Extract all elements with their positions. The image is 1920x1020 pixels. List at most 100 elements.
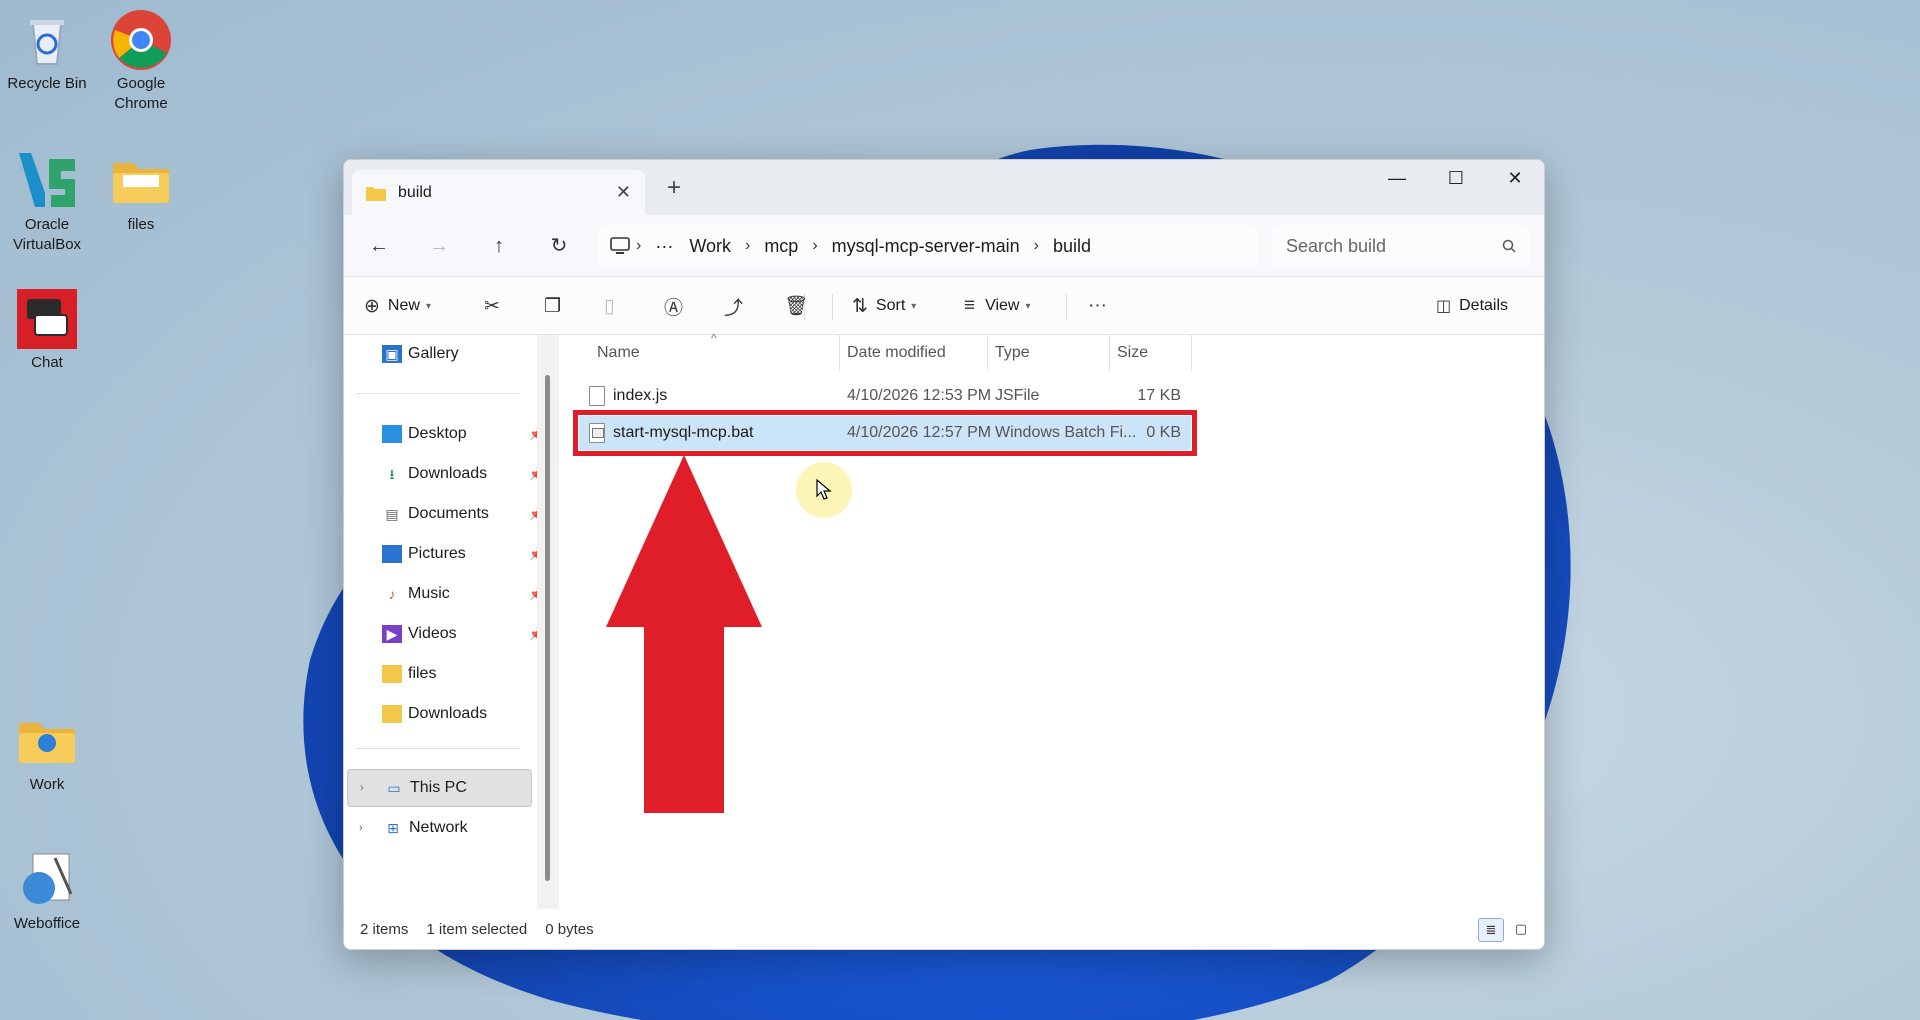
sidebar-item-label: files — [408, 665, 437, 682]
file-list: ^ Name Date modified Type Size index.js … — [559, 331, 1544, 909]
details-pane-button[interactable]: ◫ Details — [1436, 277, 1508, 335]
breadcrumb-overflow[interactable]: ··· — [655, 236, 673, 257]
separator — [832, 294, 833, 320]
file-size: 17 KB — [1137, 387, 1181, 404]
column-header-name[interactable]: Name — [597, 335, 640, 371]
sidebar-item-label: Pictures — [408, 545, 466, 562]
forward-button[interactable]: → — [424, 231, 454, 261]
computer-icon — [610, 237, 630, 254]
tab-build[interactable]: build ✕ — [352, 170, 645, 215]
more-icon: ··· — [1088, 295, 1107, 316]
sidebar-item-this-pc[interactable]: › ▭ This PC — [347, 769, 532, 807]
desktop-icon-label: Work — [29, 776, 65, 793]
new-label: New — [387, 297, 420, 314]
sidebar-item-desktop[interactable]: Desktop 📌 — [382, 415, 556, 453]
back-button[interactable]: ← — [364, 231, 394, 261]
sidebar-item-label: Desktop — [408, 425, 467, 442]
desktop-icon-chrome[interactable]: Google Chrome — [93, 8, 189, 114]
column-header-size[interactable]: Size — [1117, 335, 1148, 371]
details-view-toggle[interactable]: ≣ — [1478, 918, 1504, 942]
sidebar-item-downloads-folder[interactable]: Downloads — [382, 695, 556, 733]
chevron-right-icon: › — [1033, 237, 1039, 254]
file-explorer-window: build ✕ + — ☐ ✕ ← → ↑ ↻ › ··· Work › mcp… — [343, 159, 1545, 950]
navigation-pane: ▣ Gallery Desktop 📌 ⭳ Downloads 📌 ▤ Docu… — [344, 335, 544, 909]
tab-title: build — [398, 183, 432, 201]
file-size: 0 KB — [1146, 424, 1181, 441]
view-button[interactable]: ≡ View ▾ — [964, 277, 1031, 335]
delete-button[interactable]: 🗑 — [784, 277, 808, 335]
rename-button[interactable]: Ⓐ — [664, 277, 683, 335]
breadcrumb-mcp[interactable]: mcp — [764, 236, 798, 257]
maximize-button[interactable]: ☐ — [1427, 168, 1485, 198]
tiles-view-toggle[interactable]: ▢ — [1508, 918, 1534, 942]
more-options-button[interactable]: ··· — [1088, 277, 1107, 335]
desktop-icon-virtualbox[interactable]: Oracle VirtualBox — [0, 149, 95, 255]
desktop-icon-chat[interactable]: Chat — [0, 287, 95, 373]
details-pane-icon: ◫ — [1436, 298, 1452, 315]
breadcrumb-build[interactable]: build — [1053, 236, 1091, 257]
search-input[interactable]: Search build — [1272, 225, 1530, 267]
desktop-icon-label: Recycle Bin — [7, 75, 87, 92]
refresh-button[interactable]: ↻ — [544, 231, 574, 261]
desktop-icon-files[interactable]: files — [93, 149, 189, 235]
desktop-icon-work[interactable]: Work — [0, 709, 95, 795]
column-divider[interactable] — [1109, 335, 1110, 371]
desktop-icon-recycle-bin[interactable]: Recycle Bin — [0, 8, 95, 94]
close-window-button[interactable]: ✕ — [1486, 168, 1544, 198]
video-icon: ▶ — [382, 625, 402, 643]
chevron-right-icon[interactable]: › — [359, 822, 363, 834]
title-bar: build ✕ + — ☐ ✕ — [344, 160, 1544, 215]
network-icon: ⊞ — [387, 820, 399, 836]
column-divider[interactable] — [839, 335, 840, 371]
desktop-icon-weboffice[interactable]: Weboffice — [0, 848, 95, 934]
sort-button[interactable]: ⇅ Sort ▾ — [852, 277, 916, 335]
chevron-right-icon[interactable]: › — [360, 782, 364, 794]
breadcrumb-mysql-mcp-server-main[interactable]: mysql-mcp-server-main — [832, 236, 1020, 257]
red-arrow-annotation — [606, 455, 762, 813]
share-button[interactable]: ⤴ — [724, 277, 743, 335]
js-file-icon — [589, 386, 605, 406]
sidebar-item-label: Downloads — [408, 465, 488, 482]
virtualbox-icon — [15, 149, 79, 213]
sidebar-item-downloads[interactable]: ⭳ Downloads 📌 — [382, 455, 556, 493]
sidebar-item-pictures[interactable]: Pictures 📌 — [382, 535, 556, 573]
minimize-button[interactable]: — — [1368, 168, 1426, 198]
sidebar-item-label: Videos — [408, 625, 457, 642]
desktop-icon-label: Weboffice — [13, 915, 81, 932]
breadcrumb-work[interactable]: Work — [689, 236, 731, 257]
file-row-start-mysql-mcp-bat[interactable]: start-mysql-mcp.bat 4/10/2026 12:57 PM W… — [573, 410, 1197, 456]
column-divider[interactable] — [987, 335, 988, 371]
sidebar-item-documents[interactable]: ▤ Documents 📌 — [382, 495, 556, 533]
chevron-right-icon: › — [744, 237, 751, 254]
column-divider[interactable] — [1191, 335, 1192, 371]
copy-button[interactable]: ❐ — [544, 277, 561, 335]
sidebar-item-gallery[interactable]: ▣ Gallery — [382, 335, 556, 373]
chat-icon — [15, 287, 79, 351]
folder-icon — [109, 149, 173, 213]
file-row-index-js[interactable]: index.js 4/10/2026 12:53 PM JSFile 17 KB — [579, 379, 1191, 413]
sidebar-item-files[interactable]: files — [382, 655, 556, 693]
address-bar[interactable]: › ··· Work › mcp › mysql-mcp-server-main… — [598, 225, 1258, 267]
close-tab-icon[interactable]: ✕ — [616, 182, 631, 203]
sidebar-scrollbar[interactable] — [537, 335, 559, 909]
command-bar: ⊕ New ▾ ✂ ❐ ▯ Ⓐ ⤴ 🗑 ⇅ Sort ▾ ≡ View ▾ ··… — [344, 277, 1544, 335]
folder-icon — [15, 709, 79, 773]
sidebar-item-music[interactable]: ♪ Music 📌 — [382, 575, 556, 613]
new-button[interactable]: ⊕ New ▾ — [364, 277, 431, 335]
sort-ascending-icon: ^ — [711, 331, 717, 345]
sort-arrows-icon: ⇅ — [852, 295, 868, 317]
sidebar-item-videos[interactable]: ▶ Videos 📌 — [382, 615, 556, 653]
chevron-down-icon: ▾ — [425, 300, 431, 312]
desktop-icon — [382, 425, 402, 443]
cut-button[interactable]: ✂ — [484, 277, 500, 335]
new-tab-button[interactable]: + — [667, 174, 681, 202]
scrollbar-thumb[interactable] — [545, 375, 550, 881]
clipboard-icon: ▯ — [604, 295, 615, 317]
up-button[interactable]: ↑ — [484, 231, 514, 261]
paste-button[interactable]: ▯ — [604, 277, 614, 335]
scissors-icon: ✂ — [484, 295, 500, 317]
column-header-type[interactable]: Type — [995, 335, 1030, 371]
column-header-date[interactable]: Date modified — [847, 335, 946, 371]
sort-label: Sort — [875, 297, 906, 314]
sidebar-item-network[interactable]: › ⊞ Network — [347, 809, 532, 847]
